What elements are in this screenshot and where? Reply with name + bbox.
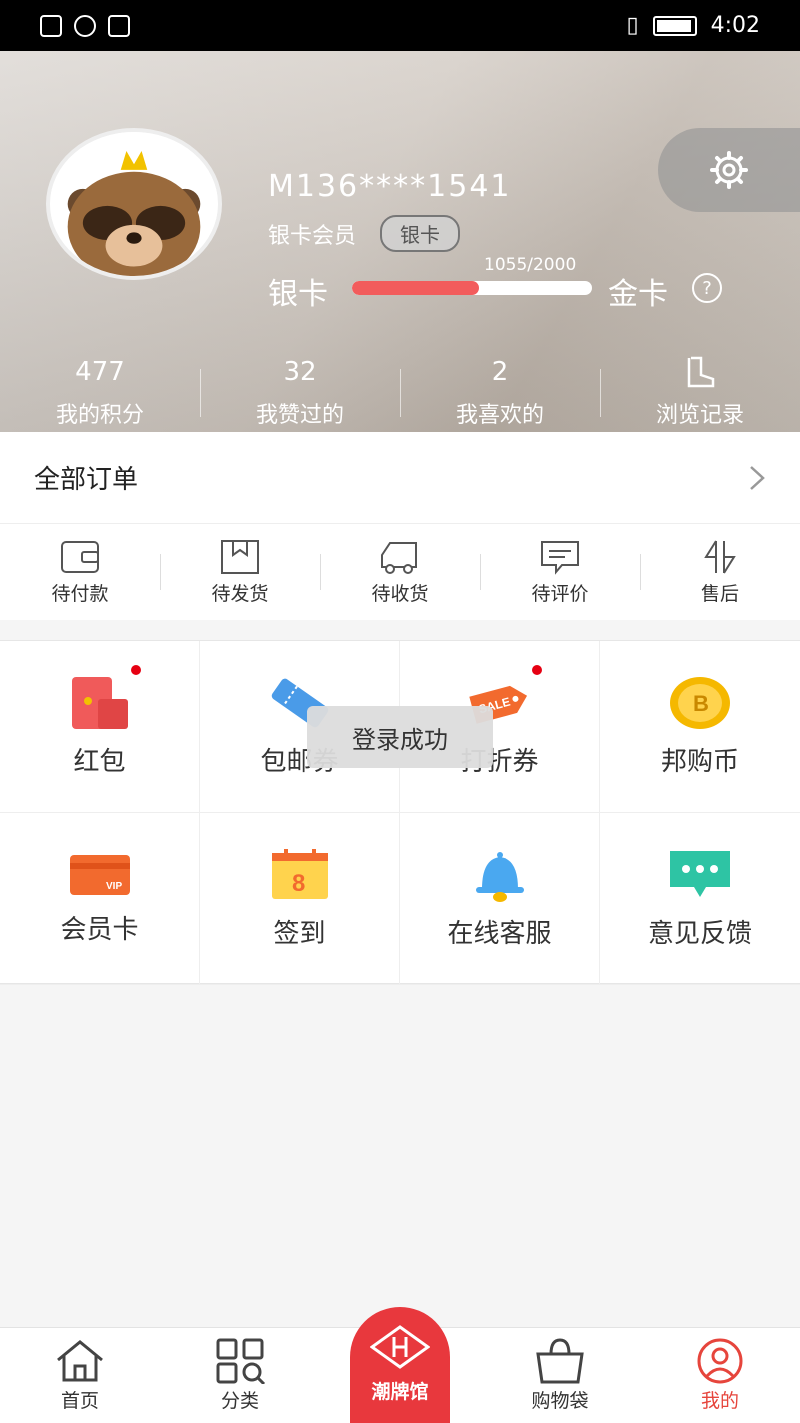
notification-dot bbox=[532, 665, 542, 675]
svg-text:B: B bbox=[693, 691, 709, 716]
chat-bubble-icon bbox=[670, 851, 730, 897]
help-icon[interactable]: ? bbox=[692, 273, 722, 303]
progress-to-label: 金卡 bbox=[608, 277, 668, 312]
toast-message: 登录成功 bbox=[307, 706, 493, 768]
gear-icon bbox=[710, 151, 748, 189]
red-envelope-icon bbox=[71, 677, 128, 729]
tab-label: 首页 bbox=[60, 1390, 99, 1412]
baidu-icon bbox=[108, 14, 130, 37]
status-bar: ▯ 4:02 bbox=[0, 0, 800, 51]
stat-points[interactable]: 477 我的积分 bbox=[0, 351, 200, 431]
service-coins[interactable]: B 邦购币 bbox=[600, 641, 800, 813]
level-badge: 银卡 bbox=[380, 215, 461, 252]
vibrate-icon: ▯ bbox=[626, 13, 639, 38]
battery-icon bbox=[652, 15, 697, 36]
service-red-envelope[interactable]: 红包 bbox=[0, 641, 200, 813]
order-pending-shipment[interactable]: 待发货 bbox=[160, 524, 320, 620]
bell-icon bbox=[475, 852, 524, 902]
stat-label: 我的积分 bbox=[55, 403, 144, 428]
all-orders-row[interactable]: 全部订单 bbox=[0, 432, 800, 524]
settings-button[interactable] bbox=[658, 128, 800, 212]
order-label: 待付款 bbox=[51, 582, 109, 605]
tab-brand-hall[interactable]: 潮牌馆 bbox=[350, 1307, 450, 1423]
order-label: 待评价 bbox=[531, 582, 589, 605]
stat-value: 477 bbox=[75, 357, 125, 387]
progress-bar bbox=[352, 281, 592, 295]
service-label: 会员卡 bbox=[60, 915, 139, 945]
progress-count: 1055/2000 bbox=[484, 255, 577, 275]
user-icon bbox=[697, 1338, 743, 1384]
truck-icon bbox=[381, 541, 417, 574]
category-icon bbox=[216, 1338, 266, 1384]
vip-card-icon: VIP bbox=[69, 855, 130, 895]
service-label: 意见反馈 bbox=[647, 919, 752, 949]
stat-label: 浏览记录 bbox=[655, 403, 744, 428]
home-icon bbox=[57, 1340, 103, 1382]
stat-value: 2 bbox=[491, 357, 509, 387]
tab-label: 分类 bbox=[220, 1390, 259, 1412]
box-icon bbox=[221, 539, 259, 574]
tab-label: 潮牌馆 bbox=[371, 1381, 429, 1403]
service-label: 红包 bbox=[73, 747, 126, 777]
service-label: 邦购币 bbox=[660, 747, 739, 777]
tab-label: 我的 bbox=[700, 1390, 739, 1412]
wifi-icon bbox=[74, 14, 96, 37]
alert-icon bbox=[40, 14, 62, 37]
stat-value: 32 bbox=[283, 357, 317, 387]
profile-header: M136****1541 银卡会员 银卡 银卡 1055/2000 金卡 ? 4… bbox=[0, 51, 800, 432]
tab-category[interactable]: 分类 bbox=[160, 1328, 320, 1423]
tab-home[interactable]: 首页 bbox=[0, 1328, 160, 1423]
stat-favorites[interactable]: 2 我喜欢的 bbox=[400, 351, 600, 431]
tab-me[interactable]: 我的 bbox=[640, 1328, 800, 1423]
tab-label: 购物袋 bbox=[531, 1390, 589, 1412]
bag-icon bbox=[536, 1338, 584, 1384]
svg-text:8: 8 bbox=[292, 870, 305, 897]
wallet-icon bbox=[61, 540, 99, 573]
progress-from-label: 银卡 bbox=[268, 277, 328, 312]
all-orders-title: 全部订单 bbox=[34, 465, 139, 495]
chevron-right-icon bbox=[750, 465, 765, 490]
order-label: 售后 bbox=[700, 582, 739, 605]
coin-icon: B bbox=[670, 677, 730, 729]
order-after-sales[interactable]: 售后 bbox=[640, 524, 800, 620]
order-label: 待收货 bbox=[371, 582, 429, 605]
raccoon-avatar-icon bbox=[50, 132, 218, 276]
comment-icon bbox=[541, 540, 579, 575]
service-label: 签到 bbox=[273, 919, 326, 949]
service-label: 在线客服 bbox=[447, 919, 552, 949]
services-grid: 红包 包邮券 SALE 打折券 B 邦购币 VIP 会员卡 8 签到 在线客服 … bbox=[0, 640, 800, 985]
stat-history[interactable]: 浏览记录 bbox=[600, 351, 800, 431]
level-progress: 银卡 1055/2000 金卡 ? bbox=[268, 255, 728, 312]
stat-liked[interactable]: 32 我赞过的 bbox=[200, 351, 400, 431]
brand-icon bbox=[370, 1325, 430, 1369]
username: M136****1541 bbox=[268, 169, 512, 204]
order-pending-receipt[interactable]: 待收货 bbox=[320, 524, 480, 620]
service-check-in[interactable]: 8 签到 bbox=[200, 813, 400, 985]
clock: 4:02 bbox=[710, 13, 760, 38]
calendar-icon: 8 bbox=[271, 849, 328, 899]
svg-text:VIP: VIP bbox=[106, 881, 122, 892]
stats-row: 477 我的积分 32 我赞过的 2 我喜欢的 浏览记录 bbox=[0, 351, 800, 431]
tab-bag[interactable]: 购物袋 bbox=[480, 1328, 640, 1423]
order-status-row: 待付款 待发货 待收货 待评价 售后 bbox=[0, 524, 800, 620]
service-online-support[interactable]: 在线客服 bbox=[400, 813, 600, 985]
exchange-icon bbox=[704, 539, 736, 574]
service-feedback[interactable]: 意见反馈 bbox=[600, 813, 800, 985]
stat-label: 我喜欢的 bbox=[455, 403, 544, 428]
stat-label: 我赞过的 bbox=[255, 403, 344, 428]
avatar[interactable] bbox=[46, 128, 222, 280]
order-pending-review[interactable]: 待评价 bbox=[480, 524, 640, 620]
order-label: 待发货 bbox=[211, 582, 269, 605]
service-member-card[interactable]: VIP 会员卡 bbox=[0, 813, 200, 985]
member-level: 银卡会员 bbox=[268, 223, 357, 249]
notification-dot bbox=[131, 665, 141, 675]
boot-icon bbox=[683, 353, 717, 391]
progress-fill bbox=[352, 281, 479, 295]
order-pending-payment[interactable]: 待付款 bbox=[0, 524, 160, 620]
